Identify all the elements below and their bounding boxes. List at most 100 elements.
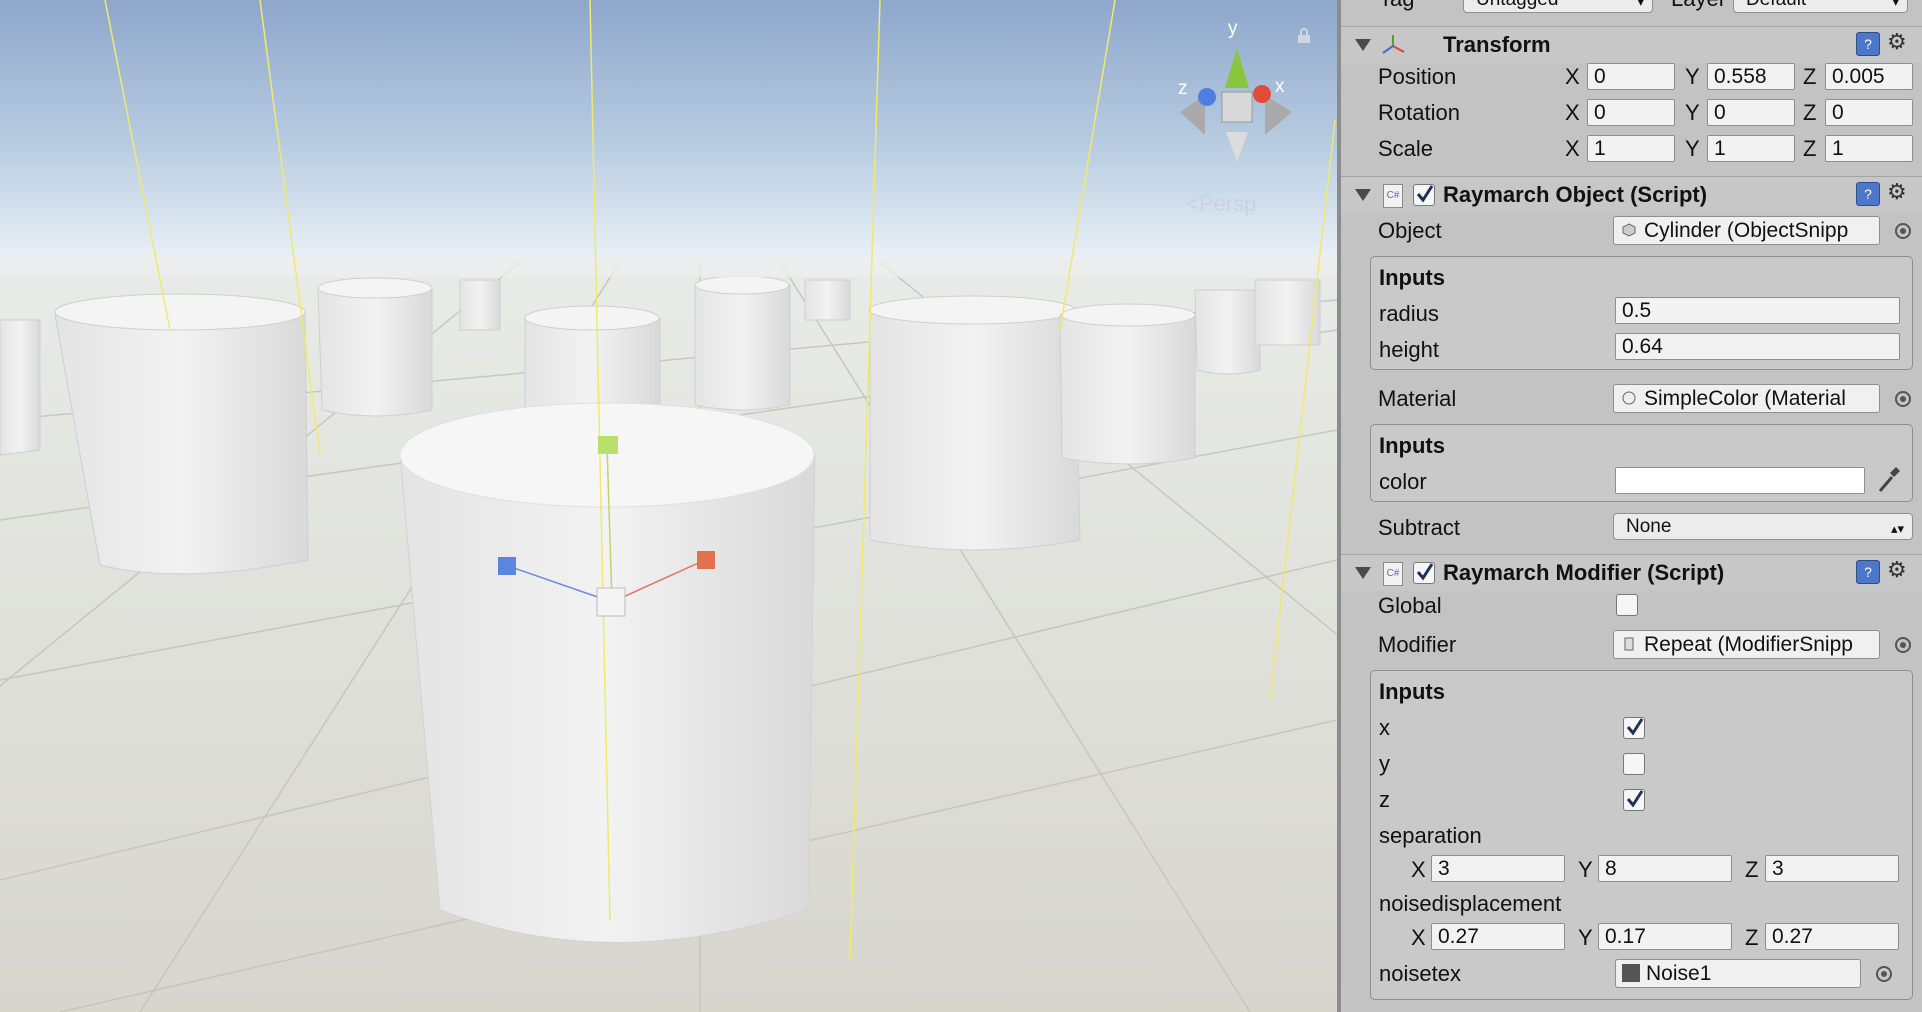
transform-axes-icon (1382, 35, 1405, 54)
modifier-label: Modifier (1378, 632, 1457, 657)
position-z-field[interactable]: 0.005 (1825, 63, 1913, 90)
repeat-x-label: x (1379, 715, 1390, 740)
lock-icon[interactable] (1296, 28, 1312, 44)
tag-label: Tag (1379, 0, 1414, 12)
material-value: SimpleColor (Material (1644, 387, 1846, 410)
inspector-panel: Tag Untagged ▾ Layer Default ▾ Transform ?… (1337, 0, 1922, 1012)
noisetex-field[interactable]: Noise1 (1615, 959, 1861, 988)
subtract-dropdown[interactable]: None ▴▾ (1613, 513, 1913, 540)
radius-field[interactable]: 0.5 (1615, 297, 1900, 324)
help-book-icon[interactable]: ? (1856, 560, 1880, 584)
inputs-heading: Inputs (1379, 679, 1445, 704)
transform-title: Transform (1443, 32, 1551, 57)
scale-z-field[interactable]: 1 (1825, 135, 1913, 162)
csharp-script-icon: C# (1383, 562, 1403, 586)
foldout-arrow-icon[interactable] (1355, 39, 1371, 51)
axis-x-label: X (1565, 64, 1580, 89)
repeat-z-checkbox[interactable] (1623, 789, 1645, 811)
modifier-snippet-icon (1624, 637, 1634, 651)
tag-dropdown[interactable]: Untagged ▾ (1463, 0, 1653, 13)
raymarch-modifier-enabled-checkbox[interactable] (1413, 562, 1435, 584)
gear-icon[interactable]: ⚙ (1887, 29, 1907, 55)
layer-value: Default (1746, 0, 1806, 10)
position-y-field[interactable]: 0.558 (1707, 63, 1795, 90)
chevron-left-icon: < (1186, 191, 1199, 216)
modifier-field[interactable]: Repeat (ModifierSnipp (1613, 630, 1880, 659)
dropdown-arrows-icon: ▴▾ (1890, 521, 1904, 536)
position-label: Position (1378, 64, 1457, 89)
modifier-inputs-box: Inputs x y z separation X 3 Y 8 Z 3 nois… (1370, 670, 1913, 1000)
raymarch-modifier-header[interactable]: C# Raymarch Modifier (Script) ? ⚙ (1341, 554, 1922, 591)
transform-header[interactable]: Transform ? ⚙ (1341, 26, 1922, 63)
material-sphere-icon (1622, 391, 1636, 405)
checkmark-icon (1416, 563, 1434, 581)
scene-render[interactable] (0, 0, 1337, 1012)
rotation-z-field[interactable]: 0 (1825, 99, 1913, 126)
height-field[interactable]: 0.64 (1615, 333, 1900, 360)
rotation-y-field[interactable]: 0 (1707, 99, 1795, 126)
noisetex-picker-icon[interactable] (1876, 966, 1892, 982)
tag-value: Untagged (1476, 0, 1558, 10)
material-field[interactable]: SimpleColor (Material (1613, 384, 1880, 413)
gizmo-y-label: y (1228, 18, 1238, 39)
separation-z-field[interactable]: 3 (1765, 855, 1899, 882)
texture-thumbnail-icon (1622, 964, 1640, 982)
help-book-icon[interactable]: ? (1856, 32, 1880, 56)
csharp-script-icon: C# (1383, 184, 1403, 208)
rotation-label: Rotation (1378, 100, 1460, 125)
foldout-arrow-icon[interactable] (1355, 567, 1371, 579)
checkmark-icon (1626, 790, 1644, 808)
rotation-x-field[interactable]: 0 (1587, 99, 1675, 126)
material-inputs-box: Inputs color (1370, 424, 1913, 502)
layer-dropdown[interactable]: Default ▾ (1733, 0, 1908, 13)
raymarch-object-header[interactable]: C# Raymarch Object (Script) ? ⚙ (1341, 176, 1922, 213)
checkmark-icon (1416, 185, 1434, 203)
subtract-label: Subtract (1378, 515, 1460, 540)
inputs-heading: Inputs (1379, 265, 1445, 290)
layer-label: Layer (1671, 0, 1726, 12)
height-label: height (1379, 337, 1439, 362)
color-field[interactable] (1615, 467, 1865, 494)
checkmark-icon (1626, 718, 1644, 736)
noise-x-field[interactable]: 0.27 (1431, 923, 1565, 950)
radius-label: radius (1379, 301, 1439, 326)
gear-icon[interactable]: ⚙ (1887, 557, 1907, 583)
separation-x-field[interactable]: 3 (1431, 855, 1565, 882)
subtract-value: None (1626, 516, 1672, 537)
gizmo-x-label: x (1275, 76, 1285, 97)
repeat-y-checkbox[interactable] (1623, 753, 1645, 775)
cube-icon (1622, 223, 1636, 237)
separation-y-field[interactable]: 8 (1598, 855, 1732, 882)
object-inputs-box: Inputs radius 0.5 height 0.64 (1370, 256, 1913, 370)
raymarch-object-title: Raymarch Object (Script) (1443, 182, 1708, 207)
object-picker-icon[interactable] (1895, 223, 1911, 239)
scale-x-field[interactable]: 1 (1587, 135, 1675, 162)
axis-x-label: X (1411, 857, 1426, 882)
separation-label: separation (1379, 823, 1482, 848)
axis-y-label: Y (1685, 64, 1700, 89)
projection-label[interactable]: <Persp (1186, 191, 1256, 217)
scale-y-field[interactable]: 1 (1707, 135, 1795, 162)
repeat-y-label: y (1379, 751, 1390, 776)
material-label: Material (1378, 386, 1457, 411)
repeat-x-checkbox[interactable] (1623, 717, 1645, 739)
eyedropper-icon[interactable] (1876, 465, 1902, 495)
object-field[interactable]: Cylinder (ObjectSnipp (1613, 216, 1880, 245)
global-checkbox[interactable] (1616, 594, 1638, 616)
axis-z-label: Z (1745, 857, 1759, 882)
axis-z-label: Z (1803, 100, 1817, 125)
foldout-arrow-icon[interactable] (1355, 189, 1371, 201)
persp-text: Persp (1198, 191, 1257, 216)
axis-x-label: X (1565, 136, 1580, 161)
gear-icon[interactable]: ⚙ (1887, 179, 1907, 205)
modifier-value: Repeat (ModifierSnipp (1644, 633, 1853, 656)
modifier-picker-icon[interactable] (1895, 637, 1911, 653)
material-picker-icon[interactable] (1895, 391, 1911, 407)
help-book-icon[interactable]: ? (1856, 182, 1880, 206)
scene-view[interactable]: y z x <Persp (0, 0, 1337, 1012)
raymarch-object-enabled-checkbox[interactable] (1413, 184, 1435, 206)
noise-z-field[interactable]: 0.27 (1765, 923, 1899, 950)
axis-x-label: X (1565, 100, 1580, 125)
noise-y-field[interactable]: 0.17 (1598, 923, 1732, 950)
position-x-field[interactable]: 0 (1587, 63, 1675, 90)
